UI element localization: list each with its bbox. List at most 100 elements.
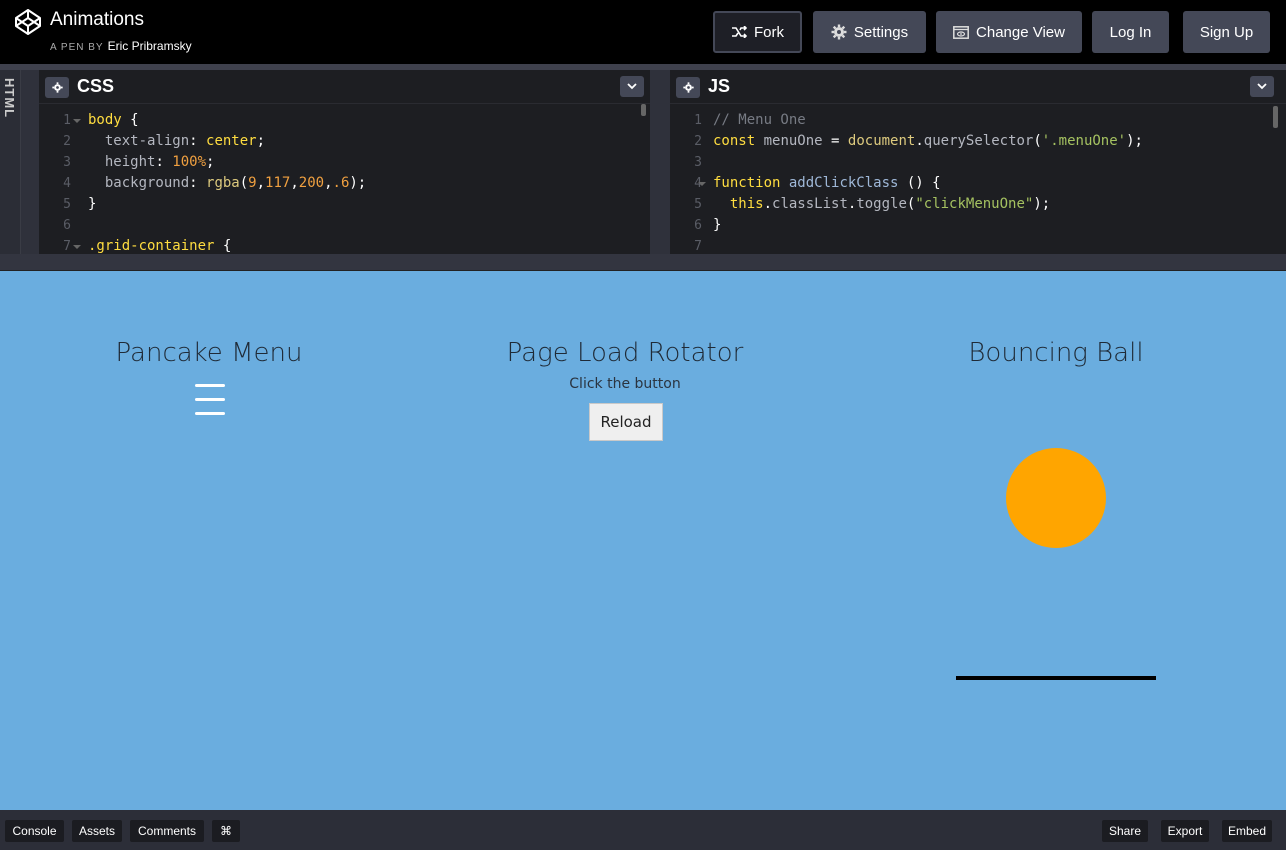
change-view-button[interactable]: Change View: [936, 11, 1082, 53]
css-settings-button[interactable]: [45, 77, 69, 98]
editor-resizer-right[interactable]: [650, 70, 670, 254]
code-text: }: [713, 217, 722, 233]
pen-author: A PEN BY Eric Pribramsky: [50, 39, 192, 53]
fork-label: Fork: [754, 23, 784, 41]
gear-icon: [682, 82, 694, 93]
code-line: 4 function addClickClass () {: [670, 173, 1286, 194]
pancake-menu-title: Pancake Menu: [115, 338, 303, 368]
line-number: 1: [694, 113, 702, 128]
line-number: 4: [63, 176, 71, 191]
css-code[interactable]: 1 body { 2 text-align: center; 3 height: …: [39, 110, 650, 254]
codepen-logo-icon[interactable]: [14, 8, 42, 36]
code-line: 2 text-align: center;: [39, 131, 650, 152]
share-button[interactable]: Share: [1102, 820, 1148, 842]
rotator-instruction: Click the button: [569, 376, 681, 392]
top-header: Animations A PEN BY Eric Pribramsky Fork …: [0, 0, 1286, 64]
settings-label: Settings: [853, 23, 909, 41]
line-number: 7: [694, 239, 702, 254]
css-editor-header: CSS: [39, 70, 650, 104]
code-text: // Menu One: [713, 112, 806, 128]
line-number: 1: [63, 113, 71, 128]
line-number: 7: [63, 239, 71, 254]
bouncing-ball-title: Bouncing Ball: [968, 338, 1144, 368]
login-button[interactable]: Log In: [1092, 11, 1169, 53]
bottom-bar: Console Assets Comments ⌘ Share Export E…: [0, 810, 1286, 850]
js-editor-title: JS: [708, 76, 731, 96]
code-line: 1 body {: [39, 110, 650, 131]
embed-button[interactable]: Embed: [1222, 820, 1272, 842]
js-editor-header: JS: [670, 70, 1286, 104]
comments-button[interactable]: Comments: [130, 820, 204, 842]
code-line: 4 background: rgba(9,117,200,.6);: [39, 173, 650, 194]
css-editor[interactable]: CSS 1 body { 2 text-align: center; 3 heig…: [39, 70, 650, 254]
code-text: background: rgba(9,117,200,.6);: [104, 175, 367, 191]
code-line: 2 const menuOne = document.querySelector(…: [670, 131, 1286, 152]
html-editor-label: HTML: [2, 78, 17, 119]
line-number: 2: [63, 134, 71, 149]
line-number: 2: [694, 134, 702, 149]
gear-icon: [831, 24, 847, 40]
js-code[interactable]: 1 // Menu One 2 const menuOne = document.q…: [670, 110, 1286, 254]
code-text: this.classList.toggle("clickMenuOne");: [729, 196, 1051, 212]
line-number: 6: [694, 218, 702, 233]
js-scrollbar[interactable]: [1273, 106, 1278, 128]
hamburger-bar: [195, 398, 225, 401]
hamburger-bar: [195, 384, 225, 387]
js-dropdown-button[interactable]: [1250, 76, 1274, 97]
html-editor-collapsed[interactable]: HTML: [0, 70, 21, 254]
code-line: 1 // Menu One: [670, 110, 1286, 131]
assets-button[interactable]: Assets: [72, 820, 122, 842]
pen-title[interactable]: Animations: [50, 9, 144, 31]
hamburger-menu-icon[interactable]: [195, 384, 225, 416]
editor-resizer-left[interactable]: [21, 70, 39, 254]
fold-arrow-icon[interactable]: [73, 119, 81, 123]
signup-button[interactable]: Sign Up: [1183, 11, 1270, 53]
css-scrollbar[interactable]: [641, 104, 646, 116]
author-link[interactable]: Eric Pribramsky: [108, 39, 192, 53]
code-text: body {: [88, 112, 139, 128]
page-load-rotator-title: Page Load Rotator: [506, 338, 744, 368]
fold-arrow-icon[interactable]: [73, 245, 81, 249]
code-text: }: [88, 196, 97, 212]
change-view-icon: [953, 25, 969, 39]
keyboard-shortcuts-button[interactable]: ⌘: [212, 820, 240, 842]
chevron-down-icon: [1257, 83, 1267, 90]
code-text: height: 100%;: [104, 154, 215, 170]
code-line: 5 this.classList.toggle("clickMenuOne");: [670, 194, 1286, 215]
change-view-label: Change View: [976, 23, 1065, 41]
console-button[interactable]: Console: [5, 820, 64, 842]
fork-icon: [732, 26, 747, 38]
code-line: 3 height: 100%;: [39, 152, 650, 173]
preview-resizer[interactable]: [0, 254, 1286, 271]
chevron-down-icon: [627, 83, 637, 90]
hamburger-bar: [195, 412, 225, 415]
code-line: 5}: [39, 194, 650, 215]
settings-button[interactable]: Settings: [813, 11, 926, 53]
by-label: A PEN BY: [50, 42, 104, 53]
export-button[interactable]: Export: [1161, 820, 1209, 842]
ball-floor-line: [956, 676, 1156, 680]
code-text: const menuOne = document.querySelector('…: [713, 133, 1143, 149]
code-line: 6}: [670, 215, 1286, 236]
js-settings-button[interactable]: [676, 77, 700, 98]
line-number: 3: [63, 155, 71, 170]
gear-icon: [51, 82, 63, 93]
code-line: 7 .grid-container {: [39, 236, 650, 254]
fork-button[interactable]: Fork: [713, 11, 802, 53]
reload-button[interactable]: Reload: [589, 403, 663, 441]
css-dropdown-button[interactable]: [620, 76, 644, 97]
result-preview: Pancake Menu Page Load Rotator Click the…: [0, 271, 1286, 810]
line-number: 6: [63, 218, 71, 233]
code-line: 7: [670, 236, 1286, 254]
js-editor[interactable]: JS 1 // Menu One 2 const menuOne = documen…: [670, 70, 1286, 254]
fold-arrow-icon[interactable]: [698, 182, 706, 186]
line-number: 5: [694, 197, 702, 212]
line-number: 3: [694, 155, 702, 170]
bouncing-ball: [1006, 448, 1106, 548]
code-text: .grid-container {: [88, 238, 232, 254]
code-line: 6: [39, 215, 650, 236]
line-number: 5: [63, 197, 71, 212]
code-text: function addClickClass () {: [713, 175, 941, 191]
css-editor-title: CSS: [77, 76, 115, 96]
code-text: text-align: center;: [104, 133, 266, 149]
